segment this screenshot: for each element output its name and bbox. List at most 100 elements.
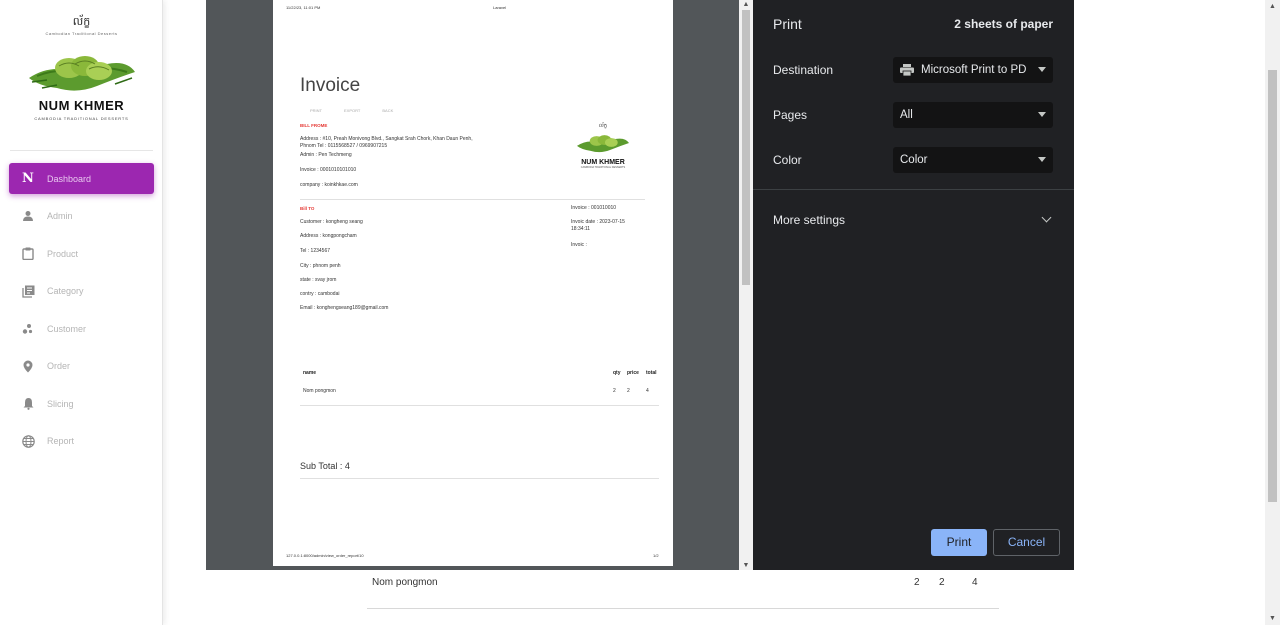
color-select[interactable]: Color (893, 147, 1053, 173)
invoice-number: Invoice : 001010010 (571, 205, 617, 211)
subtotal-divider (300, 478, 659, 479)
bill-from-company: company : koinkhkae.com (300, 182, 358, 188)
sidebar-item-label: Dashboard (47, 173, 92, 184)
table-header-price: price (627, 370, 639, 376)
cancel-button[interactable]: Cancel (993, 529, 1060, 556)
print-preview-area: 11/22/23, 11:01 PM Laravel Invoice PRINT… (206, 0, 753, 570)
sidebar-divider (10, 150, 153, 151)
sidebar-item-product[interactable]: Product (9, 238, 154, 269)
background-row-divider (367, 608, 999, 609)
sidebar-item-customer[interactable]: Customer (9, 313, 154, 344)
bill-from-admin: Admin : Pen Techmeng (300, 152, 352, 158)
person-icon (21, 209, 35, 223)
pages-label: Pages (773, 108, 808, 122)
table-header-total: total (646, 370, 657, 376)
preview-footer-page: 1/2 (653, 553, 659, 558)
sidebar-item-label: Admin (47, 211, 73, 221)
globe-icon (21, 434, 35, 448)
bill-from-label: BILL FROME (300, 123, 328, 128)
preview-header-date: 11/22/23, 11:01 PM (286, 5, 321, 10)
brand-khmer-text: ល័ក្ខ (72, 15, 91, 28)
invoice-date: Invoic date : 2023-07-15 18:34:11 (571, 219, 625, 232)
table-header-qty: qty (613, 370, 621, 376)
table-row-price: 2 (627, 388, 630, 394)
dessert-illustration-icon (576, 135, 630, 153)
page-scrollbar[interactable]: ▲ ▼ (1265, 0, 1280, 625)
table-row-total: 4 (646, 388, 649, 394)
invoice-title: Invoice (300, 75, 361, 96)
preview-header-title: Laravel (493, 5, 507, 10)
page-scrollbar-thumb[interactable] (1268, 70, 1277, 502)
bill-from-invoice: Invoice : 0001010101010 (300, 167, 357, 173)
brand-name: NUM KHMER (38, 98, 125, 113)
background-row-name: Nom pongmon (372, 577, 438, 588)
destination-select[interactable]: Microsoft Print to PD (893, 57, 1053, 83)
back-action: BACK (382, 108, 394, 113)
invoice-logo: ល័ក្ខ NUM KHMER CAMBODIA TRADITIONAL DES… (573, 123, 633, 169)
preview-footer-url: 127.0.0.1:8000/admin/view_order_report/1… (286, 553, 364, 558)
chevron-down-icon (1038, 67, 1046, 72)
scroll-up-arrow-icon[interactable]: ▲ (742, 1, 750, 8)
sidebar-item-label: Slicing (47, 398, 74, 409)
clipboard-icon (21, 247, 35, 261)
pages-value: All (900, 109, 913, 121)
sidebar-item-slicing[interactable]: Slicing (9, 388, 154, 419)
scroll-down-arrow-icon[interactable]: ▼ (742, 562, 750, 569)
chevron-down-icon[interactable] (1041, 212, 1052, 223)
bill-from-address: Address : #10, Preah Monivong Blvd., San… (300, 136, 473, 149)
customer-country: contry : cambodai (300, 291, 340, 297)
sidebar-item-label: Report (47, 436, 75, 446)
app-root: ល័ក្ខ Cambodian Traditional Desserts NUM… (0, 0, 1280, 625)
preview-scrollbar[interactable]: ▲ ▼ (739, 0, 753, 570)
table-row-name: Nom pongmon (303, 388, 336, 394)
background-row-total: 4 (972, 577, 978, 588)
preview-scrollbar-thumb[interactable] (742, 10, 750, 285)
bill-to-label: Bill TO (300, 206, 315, 211)
preview-page: 11/22/23, 11:01 PM Laravel Invoice PRINT… (273, 0, 673, 566)
sheet-count: 2 sheets of paper (954, 17, 1053, 31)
color-value: Color (900, 154, 928, 166)
more-settings-toggle[interactable]: More settings (773, 213, 845, 227)
print-dialog: 11/22/23, 11:01 PM Laravel Invoice PRINT… (206, 0, 1074, 570)
sidebar-item-order[interactable]: Order (9, 351, 154, 382)
color-label: Color (773, 153, 802, 167)
export-action: EXPORT (344, 108, 361, 113)
printer-icon (900, 64, 914, 76)
invoice-logo-name: NUM KHMER (581, 159, 625, 166)
library-icon (21, 284, 35, 298)
sidebar-item-admin[interactable]: Admin (9, 201, 154, 232)
section-divider (300, 199, 645, 200)
sidebar-item-label: Customer (47, 323, 87, 334)
invoice-logo-tagline: CAMBODIA TRADITIONAL DESSERTS (580, 166, 626, 169)
dessert-illustration-icon (28, 56, 135, 91)
customer-address: Address : kongpongcham (300, 233, 357, 239)
sidebar-item-dashboard[interactable]: N Dashboard (9, 163, 154, 194)
location-pin-icon (21, 359, 35, 373)
background-row-qty: 2 (914, 577, 920, 588)
customer-tel: Tel : 1234567 (300, 248, 331, 254)
table-divider (300, 405, 659, 406)
bell-icon (21, 397, 35, 411)
customer-state: state : svay jrom (300, 277, 337, 283)
brand-logo[interactable]: ល័ក្ខ Cambodian Traditional Desserts NUM… (10, 15, 153, 135)
invoice-actions: PRINT EXPORT BACK (310, 108, 393, 113)
sidebar: ល័ក្ខ Cambodian Traditional Desserts NUM… (0, 0, 163, 625)
sidebar-item-report[interactable]: Report (9, 426, 154, 457)
scroll-up-arrow-icon[interactable]: ▲ (1268, 2, 1277, 11)
settings-divider (753, 189, 1074, 190)
destination-label: Destination (773, 63, 834, 77)
print-button[interactable]: Print (931, 529, 987, 556)
table-header-name: name (303, 370, 317, 376)
print-action: PRINT (310, 108, 322, 113)
print-settings-panel: Print 2 sheets of paper Destination Micr… (753, 0, 1074, 570)
pages-select[interactable]: All (893, 102, 1053, 128)
brand-khmer-subtitle: Cambodian Traditional Desserts (45, 31, 118, 36)
sidebar-item-category[interactable]: Category (9, 276, 154, 307)
scroll-down-arrow-icon[interactable]: ▼ (1268, 614, 1277, 623)
chevron-down-icon (1038, 157, 1046, 162)
invoice-subtotal: Sub Total : 4 (300, 461, 350, 471)
brand-tagline: CAMBODIA TRADITIONAL DESSERTS (34, 116, 129, 121)
sidebar-item-label: Category (47, 286, 84, 296)
customer-email: Email : konghengseang189@gmail.com (300, 305, 389, 311)
print-title: Print (773, 16, 802, 32)
